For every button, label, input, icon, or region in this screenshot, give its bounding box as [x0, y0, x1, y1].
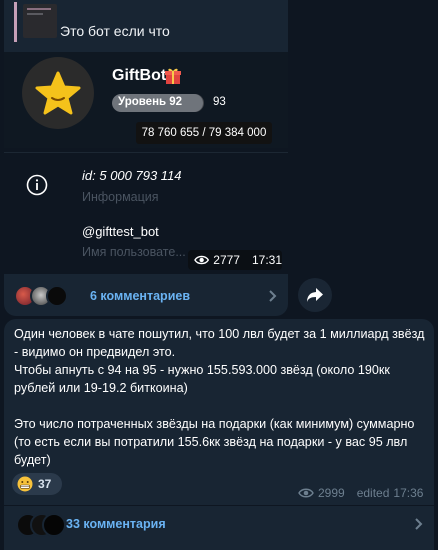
bot-id-value: 5 000 793 114	[99, 168, 182, 183]
reply-quote[interactable]	[14, 2, 57, 42]
message-bubble-2: Один человек в чате пошутил, что 100 лвл…	[4, 319, 434, 550]
edited-label: edited	[356, 486, 390, 500]
message-bubble-1: Это бот если что GiftBot Уровень 92 93 7…	[4, 0, 288, 316]
bot-profile-card[interactable]: GiftBot Уровень 92 93 78 760 655 / 79 38…	[4, 52, 288, 274]
view-count: 2999	[318, 486, 345, 500]
comments-link[interactable]: 33 комментария	[66, 517, 166, 531]
eye-icon	[194, 255, 210, 265]
avatar	[42, 513, 66, 537]
bot-username-label: Имя пользовате...	[82, 245, 186, 259]
divider	[4, 505, 434, 506]
level-badge: Уровень 92	[112, 94, 204, 112]
divider	[4, 152, 288, 153]
view-count: 2777	[213, 253, 240, 267]
info-icon	[26, 174, 48, 196]
reply-thumbnail	[23, 4, 57, 38]
bot-id-prefix: id:	[82, 168, 96, 183]
eye-icon	[298, 488, 314, 498]
bot-username[interactable]: @gifttest_bot	[82, 224, 159, 239]
bot-id: id: 5 000 793 114	[82, 168, 182, 183]
bot-name: GiftBot	[112, 67, 167, 84]
share-button[interactable]	[298, 278, 332, 312]
chevron-right-icon	[269, 290, 277, 302]
reply-text: Это бот если что	[60, 23, 170, 39]
xp-counter: 78 760 655 / 79 384 000	[136, 122, 272, 144]
comments-count: 6 комментариев	[90, 289, 191, 303]
level-label: Уровень 92	[118, 96, 183, 108]
comments-link[interactable]: 6 комментариев	[4, 276, 288, 316]
message-meta: 2777 17:31	[188, 250, 282, 270]
next-level: 93	[213, 96, 226, 108]
bot-avatar	[22, 57, 94, 129]
message-time: 17:36	[393, 486, 424, 500]
gift-icon	[165, 68, 181, 84]
reaction-button[interactable]: 37	[12, 473, 62, 495]
message-time: 17:31	[251, 253, 282, 267]
message-text: Один человек в чате пошутил, что 100 лвл…	[14, 327, 425, 467]
bot-id-label: Информация	[82, 190, 159, 204]
star-icon	[35, 71, 81, 115]
commenter-avatars	[14, 285, 84, 307]
chevron-right-icon	[415, 518, 423, 530]
message-meta: 2999 edited 17:36	[298, 486, 423, 500]
share-arrow-icon	[307, 288, 323, 302]
reaction-count: 37	[38, 477, 52, 491]
commenter-avatars	[16, 513, 66, 537]
avatar	[46, 285, 68, 307]
grimacing-face-icon	[17, 476, 33, 492]
